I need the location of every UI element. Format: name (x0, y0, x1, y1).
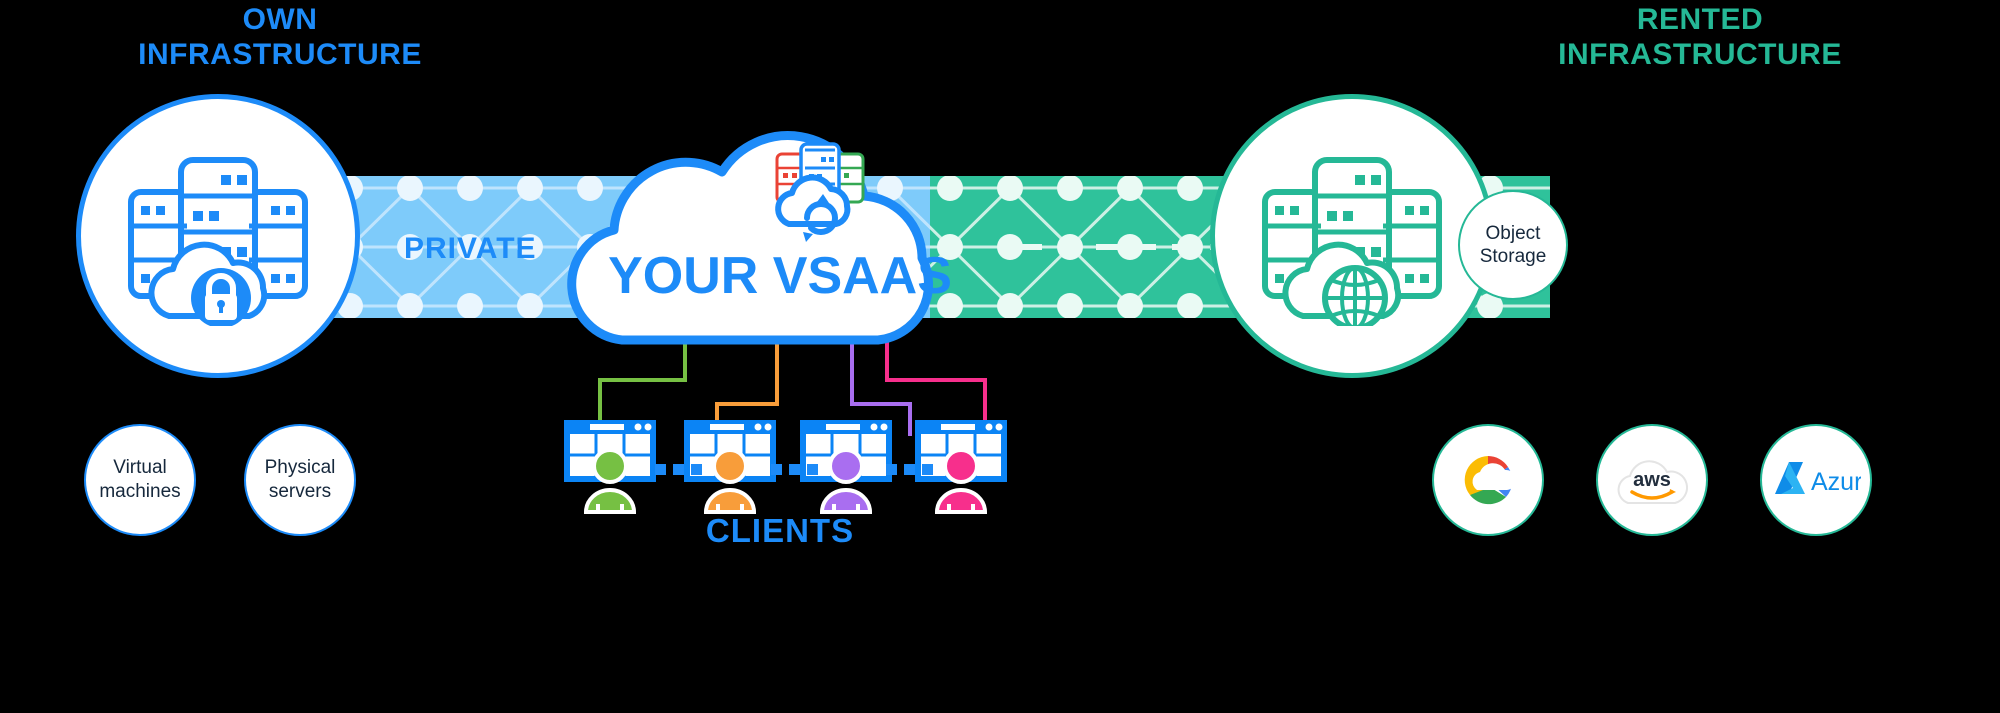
dot (807, 464, 818, 475)
own-infrastructure-heading: OWN INFRASTRUCTURE (138, 3, 422, 72)
aws-logo-bubble: aws (1596, 424, 1708, 536)
clients-heading: CLIENTS (705, 512, 855, 549)
private-band-label: PRIVATE (404, 232, 537, 265)
cloud-sync-servers-icon (775, 142, 865, 242)
client-separator-dots (655, 464, 702, 475)
client-separator-dots (771, 464, 818, 475)
client-separator-dots (886, 464, 933, 475)
client-workstation[interactable] (562, 418, 658, 514)
rented-infrastructure-heading: RENTED INFRASTRUCTURE (1558, 3, 1842, 72)
azure-wordmark: Azure (1811, 468, 1861, 496)
dot (771, 464, 782, 475)
virtual-machines-bubble: Virtual machines (84, 424, 196, 536)
servers-with-locked-cloud-icon (128, 157, 308, 326)
own-infrastructure-circle (76, 94, 360, 378)
physical-servers-bubble: Physical servers (244, 424, 356, 536)
azure-logo: Azure (1775, 462, 1861, 496)
dot (673, 464, 684, 475)
dot (922, 464, 933, 475)
google-cloud-logo (1464, 456, 1517, 505)
dot (789, 464, 800, 475)
dot (655, 464, 666, 475)
dot (904, 464, 915, 475)
object-storage-bubble: Object Storage (1458, 190, 1568, 300)
google-cloud-logo-bubble (1432, 424, 1544, 536)
diagram-canvas: OWN INFRASTRUCTURE RENTED INFRASTRUCTURE (0, 0, 2000, 713)
dot (691, 464, 702, 475)
dot (886, 464, 897, 475)
servers-with-globe-cloud-icon (1262, 157, 1442, 326)
aws-logo: aws (1617, 460, 1688, 504)
azure-logo-bubble: Azure (1760, 424, 1872, 536)
aws-wordmark: aws (1633, 469, 1671, 491)
rented-infrastructure-circle (1210, 94, 1494, 378)
